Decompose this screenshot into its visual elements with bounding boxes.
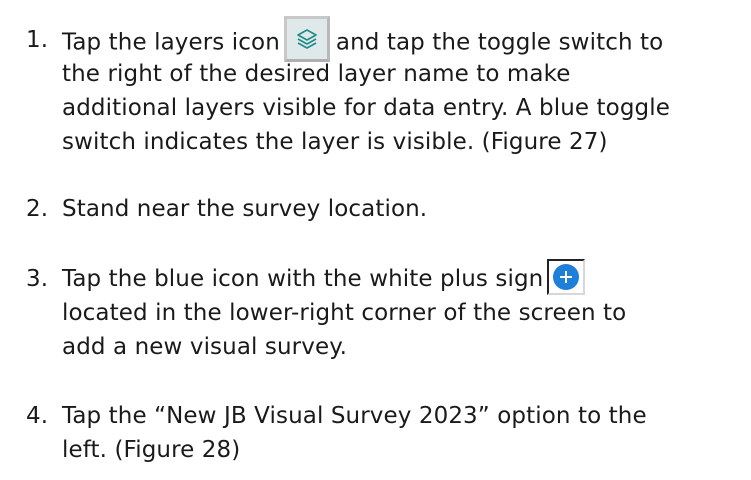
instruction-page: 1. Tap the layers icon and tap the toggle…: [0, 0, 751, 480]
step-number: 1.: [26, 27, 49, 53]
step-text: Tap the blue icon with the white plus si…: [62, 266, 544, 292]
step-line: Tap the “New JB Visual Survey 2023” opti…: [62, 403, 647, 429]
step-text: Tap the layers icon: [62, 29, 280, 56]
step-line: add a new visual survey.: [62, 334, 348, 360]
step-line: additional layers visible for data entry…: [62, 95, 670, 121]
layers-icon: [283, 16, 330, 62]
plus-circle-icon: [547, 258, 586, 295]
step-number: 4.: [26, 403, 49, 429]
step-number: 2.: [26, 196, 49, 222]
step-line: Tap the blue icon with the white plus si…: [62, 258, 586, 295]
step-line: switch indicates the layer is visible. (…: [62, 129, 608, 155]
step-line: located in the lower-right corner of the…: [62, 300, 627, 326]
step-line: left. (Figure 28): [62, 437, 241, 463]
step-text: and tap the toggle switch to: [335, 29, 664, 56]
step-number: 3.: [26, 266, 49, 292]
step-line: Stand near the survey location.: [62, 196, 428, 222]
step-line: the right of the desired layer name to m…: [62, 61, 571, 87]
step-line: Tap the layers icon and tap the toggle sw…: [62, 16, 664, 62]
